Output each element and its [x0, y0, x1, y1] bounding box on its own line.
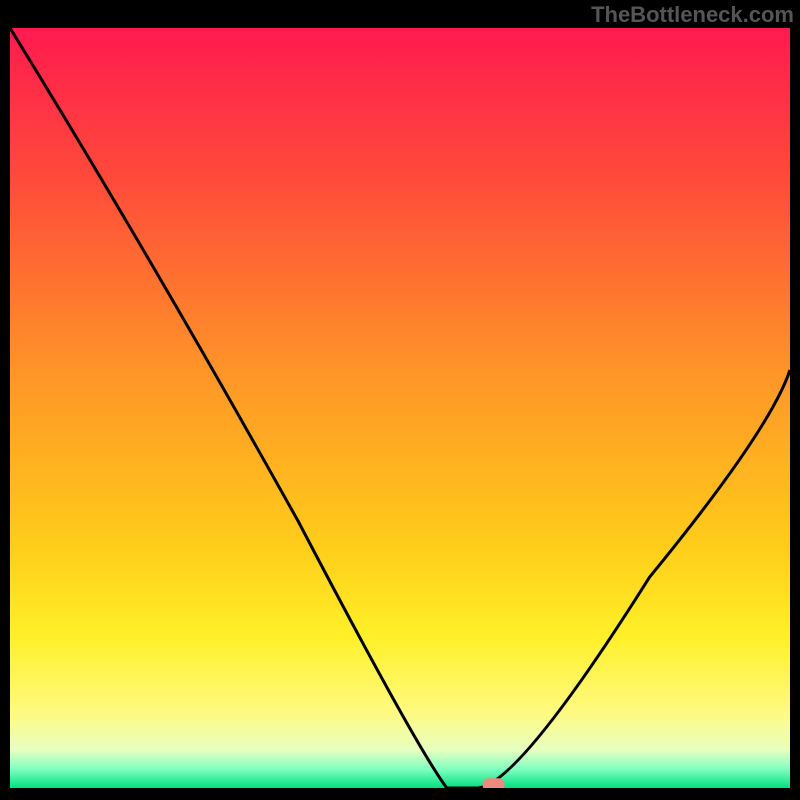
- chart-container: TheBottleneck.com: [0, 0, 800, 800]
- gradient-background: [10, 28, 790, 788]
- plot-area: [10, 28, 790, 788]
- chart-svg: [10, 28, 790, 788]
- optimal-marker: [483, 778, 505, 788]
- watermark-label: TheBottleneck.com: [591, 2, 794, 28]
